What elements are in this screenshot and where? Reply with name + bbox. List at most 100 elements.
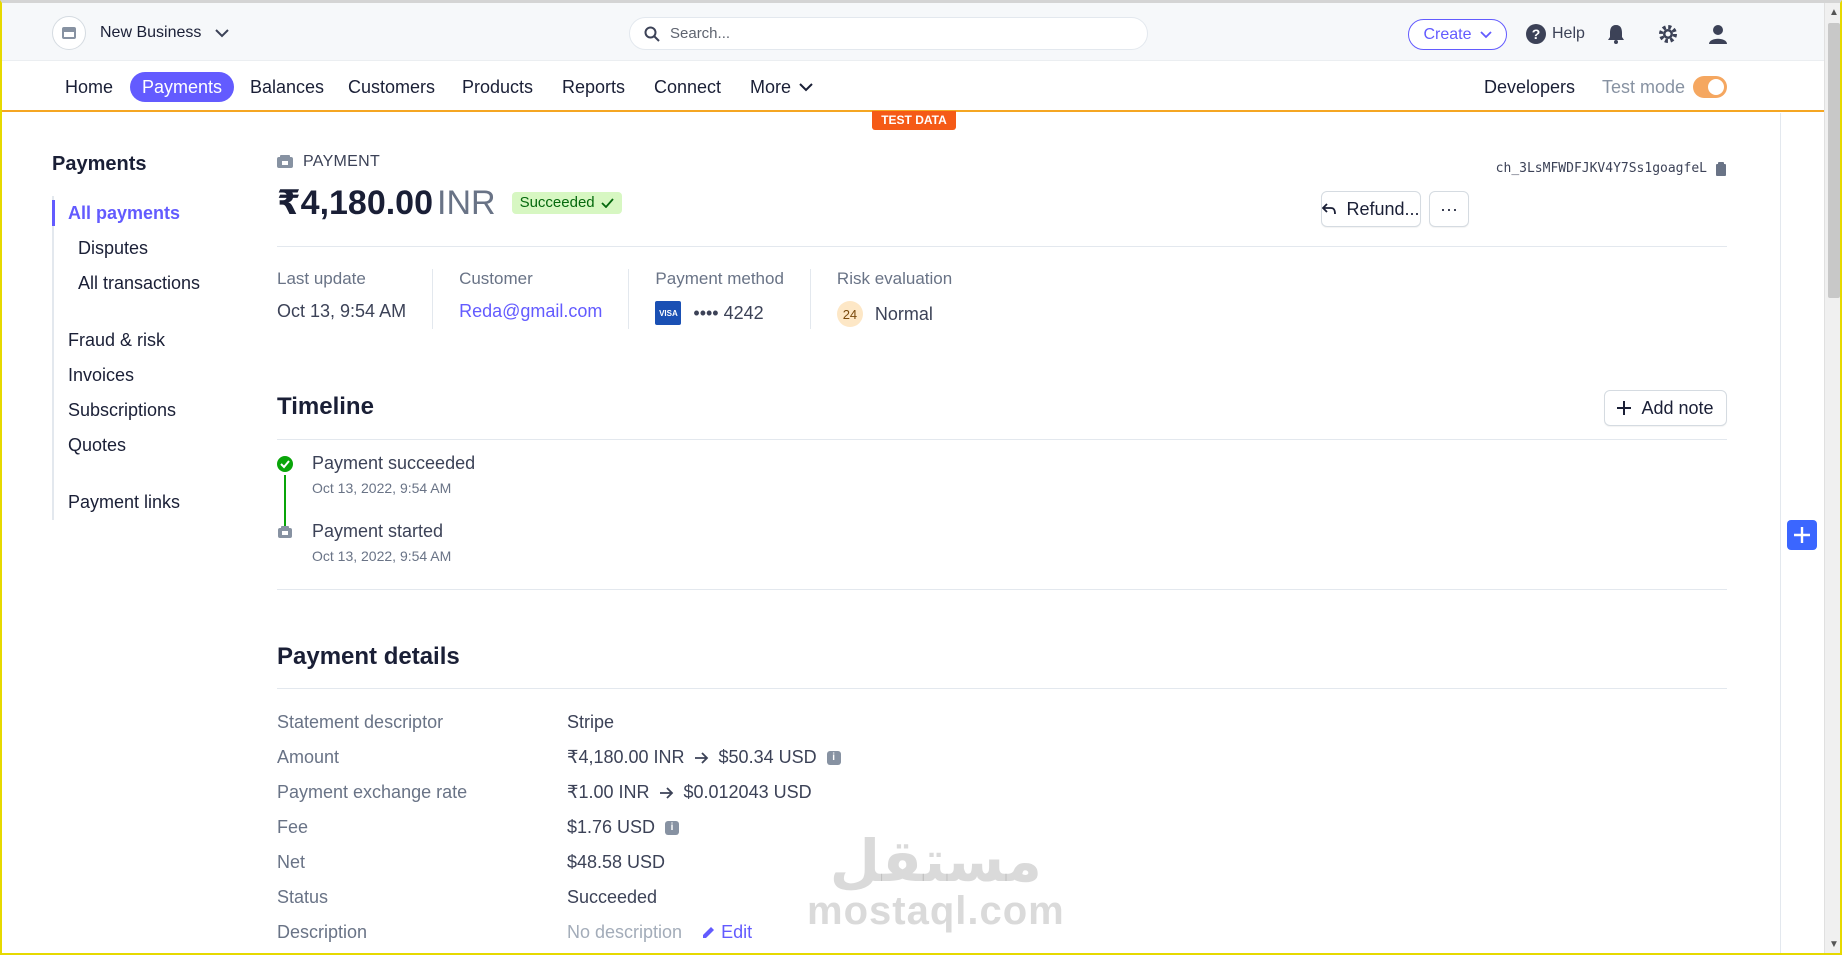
charge-id[interactable]: ch_3LsMFWDFJKV4Y7Ss1goagfeL bbox=[1496, 161, 1727, 176]
customer-link[interactable]: Reda@gmail.com bbox=[459, 301, 602, 322]
add-note-button[interactable]: Add note bbox=[1604, 390, 1727, 426]
nav-home[interactable]: Home bbox=[53, 72, 125, 102]
nav-reports[interactable]: Reports bbox=[550, 72, 637, 102]
sidebar-item-all-payments[interactable]: All payments bbox=[52, 196, 252, 231]
info-icon[interactable]: i bbox=[665, 820, 680, 835]
pencil-icon bbox=[703, 927, 715, 938]
floating-add-button[interactable] bbox=[1787, 520, 1817, 550]
right-gutter-divider bbox=[1780, 113, 1781, 953]
sidebar-group: All payments Disputes All transactions F… bbox=[52, 196, 252, 520]
test-mode-label: Test mode bbox=[1602, 77, 1686, 97]
user-icon[interactable] bbox=[1707, 23, 1729, 45]
refund-button[interactable]: Refund... bbox=[1321, 191, 1421, 227]
top-bar: New Business Create ? Help bbox=[2, 3, 1824, 61]
help-label: Help bbox=[1552, 25, 1585, 42]
payment-currency: INR bbox=[437, 184, 496, 222]
summary-last-update: Last update Oct 13, 9:54 AM bbox=[277, 269, 434, 329]
nav-customers[interactable]: Customers bbox=[336, 72, 447, 102]
search-input[interactable] bbox=[670, 25, 1110, 42]
sidebar-item-quotes[interactable]: Quotes bbox=[68, 428, 252, 463]
chevron-down-icon bbox=[1479, 30, 1492, 38]
detail-row: Fee $1.76 USD i bbox=[277, 810, 841, 845]
sidebar: Payments All payments Disputes All trans… bbox=[52, 153, 252, 520]
info-icon[interactable]: i bbox=[826, 750, 841, 765]
risk-score-badge: 24 bbox=[836, 301, 863, 327]
timeline-event: Payment started Oct 13, 2022, 9:54 AM bbox=[277, 521, 475, 589]
undo-icon bbox=[1322, 203, 1337, 215]
gear-icon[interactable] bbox=[1657, 23, 1679, 45]
main-nav: Home Payments Balances Customers Product… bbox=[2, 62, 1824, 112]
create-button[interactable]: Create bbox=[1408, 19, 1507, 50]
arrow-right-icon bbox=[694, 751, 708, 764]
card-last4: •••• 4242 bbox=[693, 302, 764, 323]
summary-customer: Customer Reda@gmail.com bbox=[459, 269, 630, 329]
description-value: No description bbox=[567, 922, 683, 942]
sidebar-item-fraud-risk[interactable]: Fraud & risk bbox=[68, 323, 252, 358]
nav-balances[interactable]: Balances bbox=[238, 72, 336, 102]
more-actions-button[interactable]: ··· bbox=[1429, 191, 1469, 227]
sidebar-item-subscriptions[interactable]: Subscriptions bbox=[68, 393, 252, 428]
detail-row: Amount ₹4,180.00 INR $50.34 USD i bbox=[277, 740, 841, 775]
store-icon bbox=[52, 16, 86, 50]
sidebar-item-invoices[interactable]: Invoices bbox=[68, 358, 252, 393]
payment-icon bbox=[278, 526, 292, 538]
watermark-arabic: مستقل bbox=[829, 829, 1042, 894]
payment-icon bbox=[277, 155, 293, 168]
watermark-latin: mostaql.com bbox=[807, 889, 1065, 933]
sidebar-item-disputes[interactable]: Disputes bbox=[68, 231, 252, 266]
search-bar[interactable] bbox=[629, 17, 1148, 50]
amount-row: ₹4,180.00 INR Succeeded bbox=[277, 183, 1727, 223]
risk-level: Normal bbox=[874, 303, 933, 324]
check-circle-icon bbox=[277, 456, 293, 472]
payment-detail: PAYMENT ch_3LsMFWDFJKV4Y7Ss1goagfeL ₹4,1… bbox=[277, 153, 1727, 942]
payment-details-title: Payment details bbox=[277, 643, 460, 670]
visa-card-icon: VISA bbox=[655, 301, 682, 325]
business-switcher[interactable]: New Business bbox=[52, 16, 230, 50]
scrollbar-thumb[interactable] bbox=[1828, 23, 1840, 298]
business-name: New Business bbox=[100, 24, 202, 41]
nav-more-label: More bbox=[750, 77, 792, 97]
detail-row: Payment exchange rate ₹1.00 INR $0.01204… bbox=[277, 782, 812, 802]
nav-payments[interactable]: Payments bbox=[130, 72, 235, 102]
chevron-down-icon bbox=[799, 83, 813, 92]
timeline-event: Payment succeeded Oct 13, 2022, 9:54 AM bbox=[277, 453, 475, 527]
divider bbox=[277, 688, 1727, 689]
detail-row: Status Succeeded bbox=[277, 887, 658, 907]
arrow-right-icon bbox=[659, 786, 673, 799]
plus-icon bbox=[1794, 527, 1810, 543]
timeline-title: Timeline bbox=[277, 393, 374, 420]
search-icon bbox=[644, 26, 660, 42]
summary-risk: Risk evaluation 24 Normal bbox=[836, 269, 978, 329]
sidebar-item-all-transactions[interactable]: All transactions bbox=[68, 266, 252, 301]
payment-details-table: Statement descriptor Stripe Amount ₹4,18… bbox=[277, 705, 841, 950]
edit-description-button[interactable]: Edit bbox=[702, 922, 752, 943]
scroll-up-icon[interactable]: ▲ bbox=[1829, 7, 1839, 18]
scroll-down-icon[interactable]: ▼ bbox=[1829, 939, 1839, 950]
payment-summary: Last update Oct 13, 9:54 AM Customer Red… bbox=[277, 269, 1004, 329]
ellipsis-icon: ··· bbox=[1440, 198, 1458, 219]
help-button[interactable]: ? Help bbox=[1526, 24, 1585, 44]
watermark: مستقل mostaql.com bbox=[807, 829, 1065, 933]
nav-products[interactable]: Products bbox=[450, 72, 545, 102]
detail-row: Description No description Edit bbox=[277, 922, 753, 943]
bell-icon[interactable] bbox=[1605, 23, 1627, 45]
svg-text:?: ? bbox=[1532, 26, 1541, 42]
help-icon: ? bbox=[1526, 24, 1546, 44]
payment-amount: ₹4,180.00 bbox=[277, 184, 434, 222]
detail-row: Statement descriptor Stripe bbox=[277, 712, 615, 732]
nav-more[interactable]: More bbox=[738, 72, 825, 102]
test-mode-toggle[interactable] bbox=[1693, 76, 1727, 98]
test-data-badge: TEST DATA bbox=[872, 111, 956, 130]
scrollbar[interactable]: ▲ ▼ bbox=[1824, 3, 1840, 953]
divider bbox=[277, 589, 1727, 590]
sidebar-title: Payments bbox=[52, 153, 147, 175]
chevron-down-icon bbox=[215, 29, 230, 38]
detail-row: Net $48.58 USD bbox=[277, 852, 666, 872]
clipboard-icon[interactable] bbox=[1715, 161, 1727, 176]
timeline: Payment succeeded Oct 13, 2022, 9:54 AM … bbox=[277, 453, 475, 589]
sidebar-item-payment-links[interactable]: Payment links bbox=[68, 485, 252, 520]
divider bbox=[277, 246, 1727, 247]
nav-connect[interactable]: Connect bbox=[642, 72, 733, 102]
nav-developers[interactable]: Developers bbox=[1472, 72, 1587, 102]
summary-payment-method: Payment method VISA •••• 4242 bbox=[655, 269, 811, 329]
